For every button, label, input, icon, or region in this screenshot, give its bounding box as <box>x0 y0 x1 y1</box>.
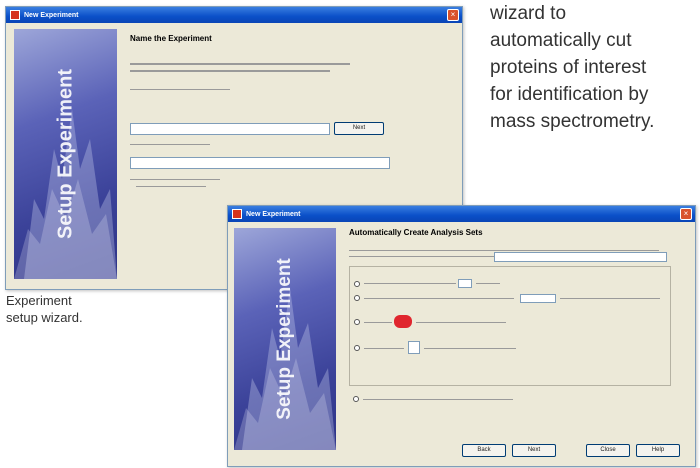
wizard-heading: Automatically Create Analysis Sets <box>349 228 483 237</box>
window-titlebar[interactable]: New Experiment × <box>228 206 695 222</box>
options-panel <box>349 266 671 386</box>
wizard-heading: Name the Experiment <box>130 34 212 43</box>
text-line <box>364 348 404 349</box>
close-icon[interactable]: × <box>680 208 692 220</box>
text-line <box>363 399 513 400</box>
create-spots-badge[interactable] <box>394 315 412 328</box>
app-icon <box>10 10 20 20</box>
window-titlebar[interactable]: New Experiment × <box>6 7 462 23</box>
description-field[interactable] <box>130 157 390 169</box>
text-line <box>130 70 330 72</box>
close-icon[interactable]: × <box>447 9 459 21</box>
caption-line: wizard to <box>490 3 567 24</box>
caption-line: setup wizard. <box>6 310 83 325</box>
window-title: New Experiment <box>246 210 301 218</box>
text-line <box>349 250 659 251</box>
app-icon <box>232 209 242 219</box>
option-radio[interactable] <box>354 281 360 287</box>
text-line <box>364 322 392 323</box>
text-line <box>130 144 210 145</box>
alpha-select[interactable] <box>520 294 556 303</box>
caption-line: mass spectrometry. <box>490 111 655 132</box>
experiment-name-field[interactable] <box>130 123 330 135</box>
wizard-window-analysis-sets: New Experiment × Setup Experiment Automa… <box>227 205 696 467</box>
text-line <box>364 283 456 284</box>
text-line <box>130 89 230 90</box>
text-line <box>476 283 500 284</box>
text-line <box>130 179 220 180</box>
launch-checkbox[interactable] <box>353 396 359 402</box>
caption-line: proteins of interest <box>490 57 647 78</box>
banner-text: Setup Experiment <box>54 68 76 240</box>
caption-left: Experiment setup wizard. <box>6 292 83 326</box>
banner-text: Setup Experiment <box>274 258 295 420</box>
spot-count-stepper[interactable] <box>408 341 420 354</box>
caption-line: Experiment <box>6 293 72 308</box>
text-line <box>416 322 506 323</box>
caption-line: for identification by <box>490 84 649 105</box>
text-line <box>136 186 206 187</box>
control-group-select[interactable] <box>494 252 667 262</box>
caption-right: wizard to automatically cut proteins of … <box>490 0 654 135</box>
text-line <box>560 298 660 299</box>
option-radio[interactable] <box>354 345 360 351</box>
wizard-banner: Setup Experiment <box>14 29 117 279</box>
next-button[interactable]: Next <box>512 444 556 457</box>
back-button[interactable]: Back <box>462 444 506 457</box>
wizard-banner: Setup Experiment <box>234 228 336 450</box>
option-radio[interactable] <box>354 319 360 325</box>
text-line <box>364 298 514 299</box>
browse-button[interactable]: Next <box>334 122 384 135</box>
option-radio[interactable] <box>354 295 360 301</box>
close-button[interactable]: Close <box>586 444 630 457</box>
fold-change-input[interactable] <box>458 279 472 288</box>
caption-line: automatically cut <box>490 30 632 51</box>
text-line <box>130 63 350 65</box>
window-title: New Experiment <box>24 11 79 19</box>
help-button[interactable]: Help <box>636 444 680 457</box>
text-line <box>424 348 516 349</box>
